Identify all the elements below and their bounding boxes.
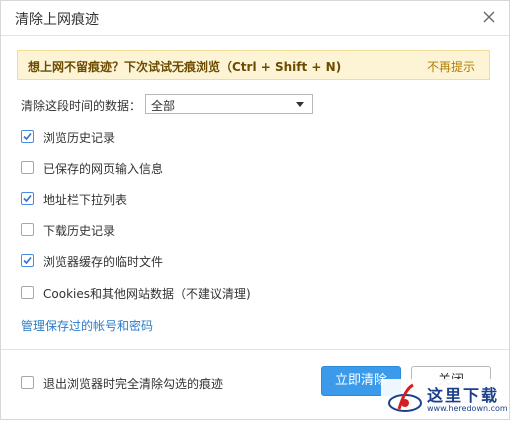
checkbox-checked-icon[interactable] xyxy=(21,130,34,143)
watermark-logo-icon xyxy=(385,381,425,421)
dismiss-tip-link[interactable]: 不再提示 xyxy=(427,58,475,75)
title-divider xyxy=(1,35,509,36)
option-label: 地址栏下拉列表 xyxy=(43,193,128,207)
time-range-label: 清除这段时间的数据： xyxy=(21,99,142,113)
dropdown-arrow-icon xyxy=(296,102,304,107)
dialog-title: 清除上网痕迹 xyxy=(15,12,99,28)
option-label: Cookies和其他网站数据（不建议清理) xyxy=(43,287,251,301)
watermark-url: www.heredown.com xyxy=(427,404,508,413)
checkbox-unchecked-icon[interactable] xyxy=(21,376,34,389)
close-icon[interactable] xyxy=(479,7,499,27)
option-label: 浏览历史记录 xyxy=(43,131,116,145)
option-label: 浏览器缓存的临时文件 xyxy=(43,255,164,269)
title-bar: 清除上网痕迹 xyxy=(1,1,509,35)
checkbox-unchecked-icon[interactable] xyxy=(21,161,34,174)
clear-browsing-data-dialog: 清除上网痕迹 想上网不留痕迹？下次试试无痕浏览（Ctrl + Shift + N… xyxy=(0,0,510,420)
option-label: 退出浏览器时完全清除勾选的痕迹 xyxy=(43,377,224,391)
option-label: 已保存的网页输入信息 xyxy=(43,162,164,176)
time-range-value: 全部 xyxy=(151,99,176,113)
checkbox-unchecked-icon[interactable] xyxy=(21,286,34,299)
footer-divider xyxy=(1,349,509,350)
incognito-tip-banner: 想上网不留痕迹？下次试试无痕浏览（Ctrl + Shift + N) 不再提示 xyxy=(17,50,490,80)
option-label: 下载历史记录 xyxy=(43,224,116,238)
checkbox-checked-icon[interactable] xyxy=(21,192,34,205)
checkbox-checked-icon[interactable] xyxy=(21,254,34,267)
checkbox-unchecked-icon[interactable] xyxy=(21,223,34,236)
watermark-text: 这里下载 xyxy=(427,386,500,405)
manage-passwords-link[interactable]: 管理保存过的帐号和密码 xyxy=(21,317,153,334)
watermark: 这里下载 www.heredown.com xyxy=(381,379,509,419)
banner-text: 想上网不留痕迹？下次试试无痕浏览（Ctrl + Shift + N) xyxy=(28,60,342,74)
time-range-select[interactable]: 全部 xyxy=(145,94,313,114)
